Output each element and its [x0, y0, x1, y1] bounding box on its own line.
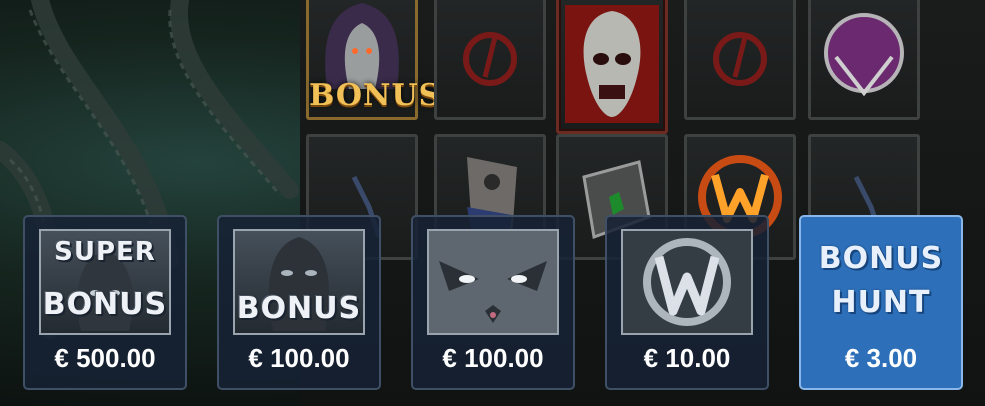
bonus-image: BONUS — [233, 229, 365, 335]
option-price: € 100.00 — [248, 343, 350, 373]
option-title-line1: SUPER — [54, 237, 156, 267]
bonus-scatter-label: BONUS — [309, 78, 442, 113]
option-title-line2: BONUS — [42, 287, 168, 322]
reel-cell — [684, 0, 796, 120]
option-title-line2: BONUS — [236, 291, 362, 326]
bonus-buy-option-monster[interactable]: € 100.00 — [411, 215, 575, 390]
skull-demon-icon — [565, 5, 659, 123]
option-price: € 10.00 — [643, 343, 731, 373]
wild-image — [621, 229, 753, 335]
reel-cell-bonus-scatter: BONUS — [306, 0, 442, 120]
super-bonus-image: SUPER BONUS — [39, 229, 171, 335]
option-title-line2: HUNT — [831, 285, 931, 320]
purple-egg-icon — [824, 13, 904, 97]
bonus-buy-option-bonus[interactable]: BONUS € 100.00 — [217, 215, 381, 390]
reel-cell-highlighted — [556, 0, 668, 134]
claw-mark-icon — [713, 32, 767, 86]
bonus-buy-option-super-bonus[interactable]: SUPER BONUS € 500.00 — [23, 215, 187, 390]
reel-cell — [808, 0, 920, 120]
monster-face-icon — [429, 231, 557, 333]
bonus-buy-option-wild[interactable]: € 10.00 — [605, 215, 769, 390]
monster-image — [427, 229, 559, 335]
option-price: € 500.00 — [54, 343, 156, 373]
claw-mark-icon — [463, 32, 517, 86]
reel-cell — [434, 0, 546, 120]
bonus-hunt-image: BONUS HUNT — [815, 229, 947, 335]
option-title-line1: BONUS — [818, 241, 944, 276]
option-price: € 100.00 — [442, 343, 544, 373]
bonus-buy-option-bonus-hunt[interactable]: BONUS HUNT € 3.00 — [799, 215, 963, 390]
option-price: € 3.00 — [844, 343, 918, 373]
wild-w-icon — [623, 231, 751, 333]
